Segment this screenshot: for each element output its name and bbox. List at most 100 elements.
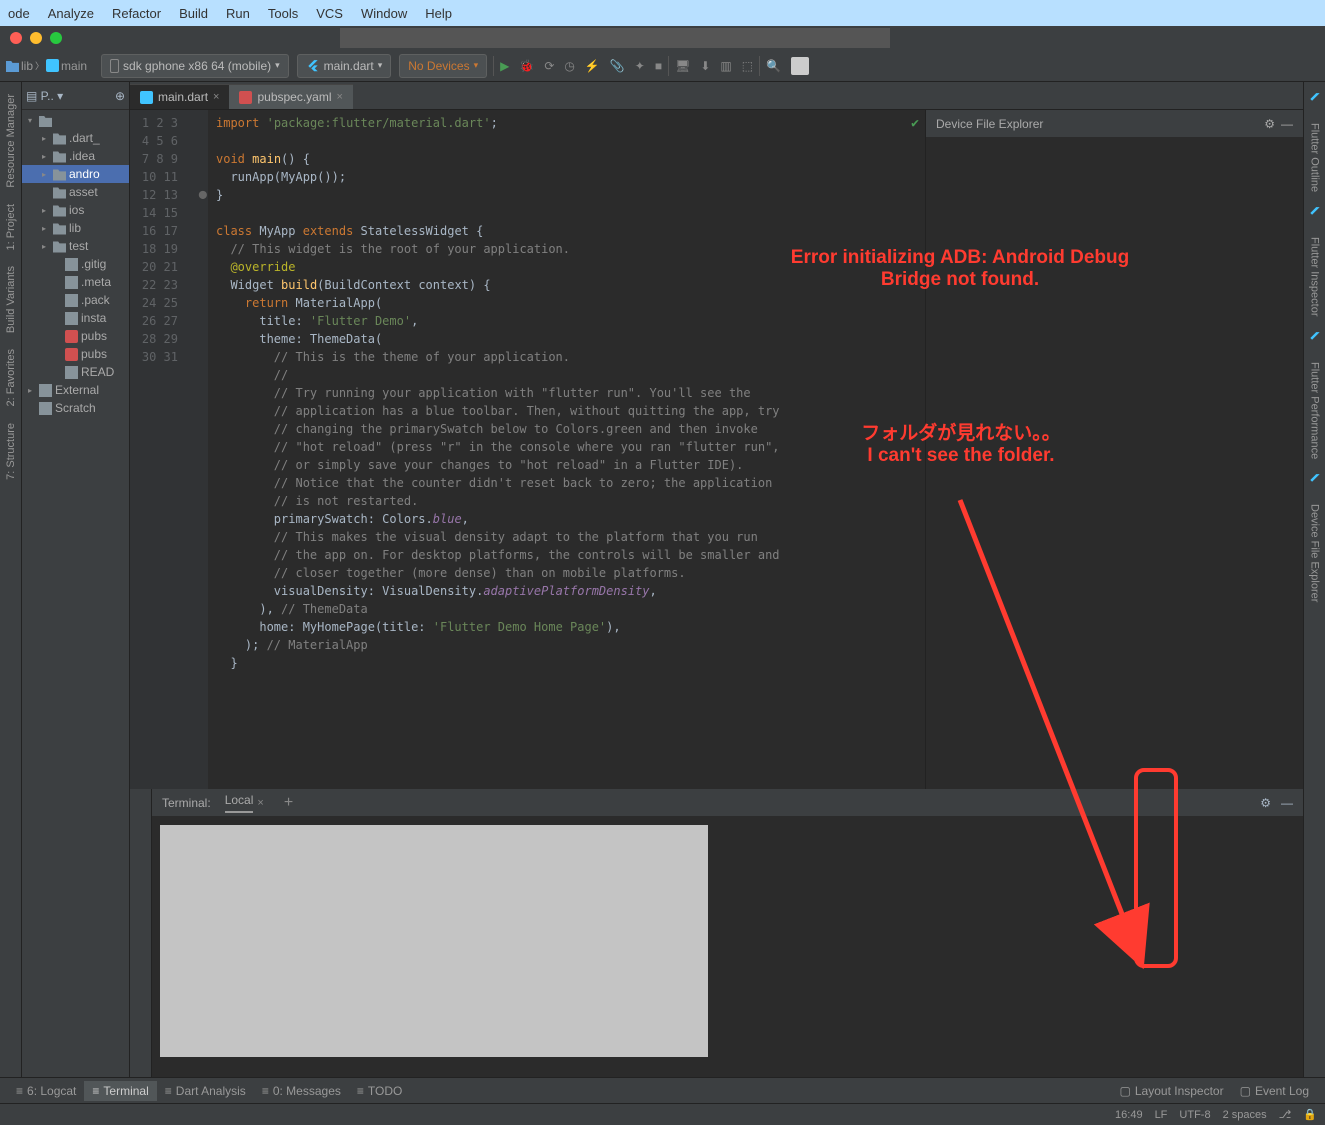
dfe-title: Device File Explorer: [936, 117, 1043, 131]
hot-reload-button[interactable]: ⚡: [585, 59, 600, 73]
project-panel: ▤ P.. ▾ ⊕ ▾▸.dart_▸.idea▸androasset▸ios▸…: [22, 82, 130, 1077]
target-label: main.dart: [324, 59, 374, 73]
devices-dropdown[interactable]: No Devices ▾: [399, 54, 487, 78]
main-area: Resource Manager1: ProjectBuild Variants…: [0, 82, 1325, 1077]
left-rail-build-variants[interactable]: Build Variants: [5, 258, 17, 341]
flutter-attach-button[interactable]: ✦: [635, 59, 645, 73]
caret-position[interactable]: 16:49: [1115, 1109, 1143, 1121]
yml-icon: [239, 91, 252, 104]
bottom-layout-inspector[interactable]: ▢Layout Inspector: [1112, 1081, 1232, 1101]
gear-icon[interactable]: ⚙: [1260, 796, 1271, 810]
bottom-toolbar: ≡6: Logcat≡Terminal≡Dart Analysis≡0: Mes…: [0, 1077, 1325, 1103]
gutter-marks: ⬤: [188, 110, 208, 789]
sdk-manager-button[interactable]: ⬇: [700, 59, 710, 73]
close-icon[interactable]: ×: [213, 91, 219, 103]
menu-run[interactable]: Run: [226, 6, 250, 21]
right-rail-flutter-outline[interactable]: Flutter Outline: [1309, 115, 1321, 200]
bottom-6--logcat[interactable]: ≡6: Logcat: [8, 1081, 84, 1101]
search-button[interactable]: 🔍: [766, 59, 781, 73]
menu-vcs[interactable]: VCS: [316, 6, 343, 21]
menu-help[interactable]: Help: [425, 6, 452, 21]
attach-button[interactable]: 📎: [610, 59, 625, 73]
window-close-button[interactable]: [10, 32, 22, 44]
left-rail-resource-manager[interactable]: Resource Manager: [5, 86, 17, 196]
line-gutter: 1 2 3 4 5 6 7 8 9 10 11 12 13 14 15 16 1…: [130, 110, 188, 789]
menu-tools[interactable]: Tools: [268, 6, 298, 21]
user-avatar[interactable]: [791, 57, 809, 75]
tree-item-.meta[interactable]: .meta: [22, 273, 129, 291]
resource-manager-button[interactable]: ▥: [720, 59, 731, 73]
stop-button[interactable]: ■: [655, 59, 662, 73]
bottom-todo[interactable]: ≡TODO: [349, 1081, 410, 1101]
menu-refactor[interactable]: Refactor: [112, 6, 161, 21]
avd-manager-button[interactable]: 🖥: [675, 59, 690, 73]
right-rail-flutter-inspector[interactable]: Flutter Inspector: [1309, 229, 1321, 324]
git-branch-icon[interactable]: ⎇: [1279, 1108, 1292, 1121]
minimize-icon[interactable]: —: [1281, 796, 1293, 810]
tree-item-.dart_[interactable]: ▸.dart_: [22, 129, 129, 147]
flutter-icon: [306, 59, 320, 73]
menu-window[interactable]: Window: [361, 6, 407, 21]
tree-item-root[interactable]: ▾: [22, 112, 129, 129]
tree-item-pubs[interactable]: pubs: [22, 345, 129, 363]
window-minimize-button[interactable]: [30, 32, 42, 44]
run-button[interactable]: ▶: [500, 59, 509, 73]
locate-button[interactable]: ⊕: [115, 89, 125, 103]
editor-tab-main.dart[interactable]: main.dart×: [130, 84, 229, 109]
run-target-selector[interactable]: main.dart ▾: [297, 54, 392, 78]
indent-setting[interactable]: 2 spaces: [1223, 1109, 1267, 1121]
bottom-dart-analysis[interactable]: ≡Dart Analysis: [157, 1081, 254, 1101]
tree-item-andro[interactable]: ▸andro: [22, 165, 129, 183]
device-selector[interactable]: sdk gphone x86 64 (mobile) ▾: [101, 54, 289, 78]
menu-analyze[interactable]: Analyze: [48, 6, 94, 21]
tree-item-.gitig[interactable]: .gitig: [22, 255, 129, 273]
tree-item-Scratch[interactable]: Scratch: [22, 399, 129, 417]
project-tree[interactable]: ▾▸.dart_▸.idea▸androasset▸ios▸lib▸test.g…: [22, 110, 129, 419]
tree-item-lib[interactable]: ▸lib: [22, 219, 129, 237]
tree-item-.pack[interactable]: .pack: [22, 291, 129, 309]
breadcrumb-lib: lib: [21, 59, 33, 73]
file-encoding[interactable]: UTF-8: [1179, 1109, 1210, 1121]
tree-item-External[interactable]: ▸External: [22, 381, 129, 399]
editor-tab-pubspec.yaml[interactable]: pubspec.yaml×: [229, 84, 352, 109]
right-rail-device-file-explorer[interactable]: Device File Explorer: [1309, 496, 1321, 610]
terminal-body[interactable]: [152, 817, 1303, 1077]
tree-item-.idea[interactable]: ▸.idea: [22, 147, 129, 165]
gear-icon[interactable]: ⚙: [1264, 117, 1275, 131]
bottom-terminal[interactable]: ≡Terminal: [84, 1081, 156, 1101]
breadcrumb-main: main: [61, 59, 87, 73]
new-terminal-button[interactable]: +: [284, 794, 293, 812]
bottom-0--messages[interactable]: ≡0: Messages: [254, 1081, 349, 1101]
lock-icon[interactable]: 🔒: [1303, 1108, 1317, 1121]
status-bar: 16:49 LF UTF-8 2 spaces ⎇ 🔒: [0, 1103, 1325, 1125]
bottom-event-log[interactable]: ▢Event Log: [1232, 1081, 1317, 1101]
project-view-dropdown[interactable]: ▤ P.. ▾: [26, 89, 63, 103]
window-zoom-button[interactable]: [50, 32, 62, 44]
coverage-button[interactable]: ⟳: [544, 59, 554, 73]
terminal-tab-local[interactable]: Local: [225, 793, 254, 813]
left-rail-1--project[interactable]: 1: Project: [5, 196, 17, 258]
close-tab-icon[interactable]: ×: [257, 797, 263, 809]
menu-ode[interactable]: ode: [8, 6, 30, 21]
tree-item-insta[interactable]: insta: [22, 309, 129, 327]
tree-item-test[interactable]: ▸test: [22, 237, 129, 255]
profile-button[interactable]: ◷: [564, 59, 574, 73]
breadcrumb[interactable]: lib 〉 main: [6, 59, 87, 73]
tree-item-READ[interactable]: READ: [22, 363, 129, 381]
close-icon[interactable]: ×: [337, 91, 343, 103]
dart-icon: [46, 59, 59, 72]
chevron-right-icon: 〉: [35, 59, 44, 72]
minimize-icon[interactable]: —: [1281, 117, 1293, 131]
tree-item-pubs[interactable]: pubs: [22, 327, 129, 345]
code-content[interactable]: import 'package:flutter/material.dart'; …: [208, 110, 925, 789]
menu-build[interactable]: Build: [179, 6, 208, 21]
cube-icon[interactable]: ⬚: [742, 59, 753, 73]
left-rail-2--favorites[interactable]: 2: Favorites: [5, 341, 17, 414]
debug-button[interactable]: 🐞: [519, 59, 534, 73]
line-separator[interactable]: LF: [1155, 1109, 1168, 1121]
tree-item-asset[interactable]: asset: [22, 183, 129, 201]
left-rail-7--structure[interactable]: 7: Structure: [5, 415, 17, 488]
code-editor[interactable]: 1 2 3 4 5 6 7 8 9 10 11 12 13 14 15 16 1…: [130, 110, 925, 789]
right-rail-flutter-performance[interactable]: Flutter Performance: [1309, 354, 1321, 467]
tree-item-ios[interactable]: ▸ios: [22, 201, 129, 219]
